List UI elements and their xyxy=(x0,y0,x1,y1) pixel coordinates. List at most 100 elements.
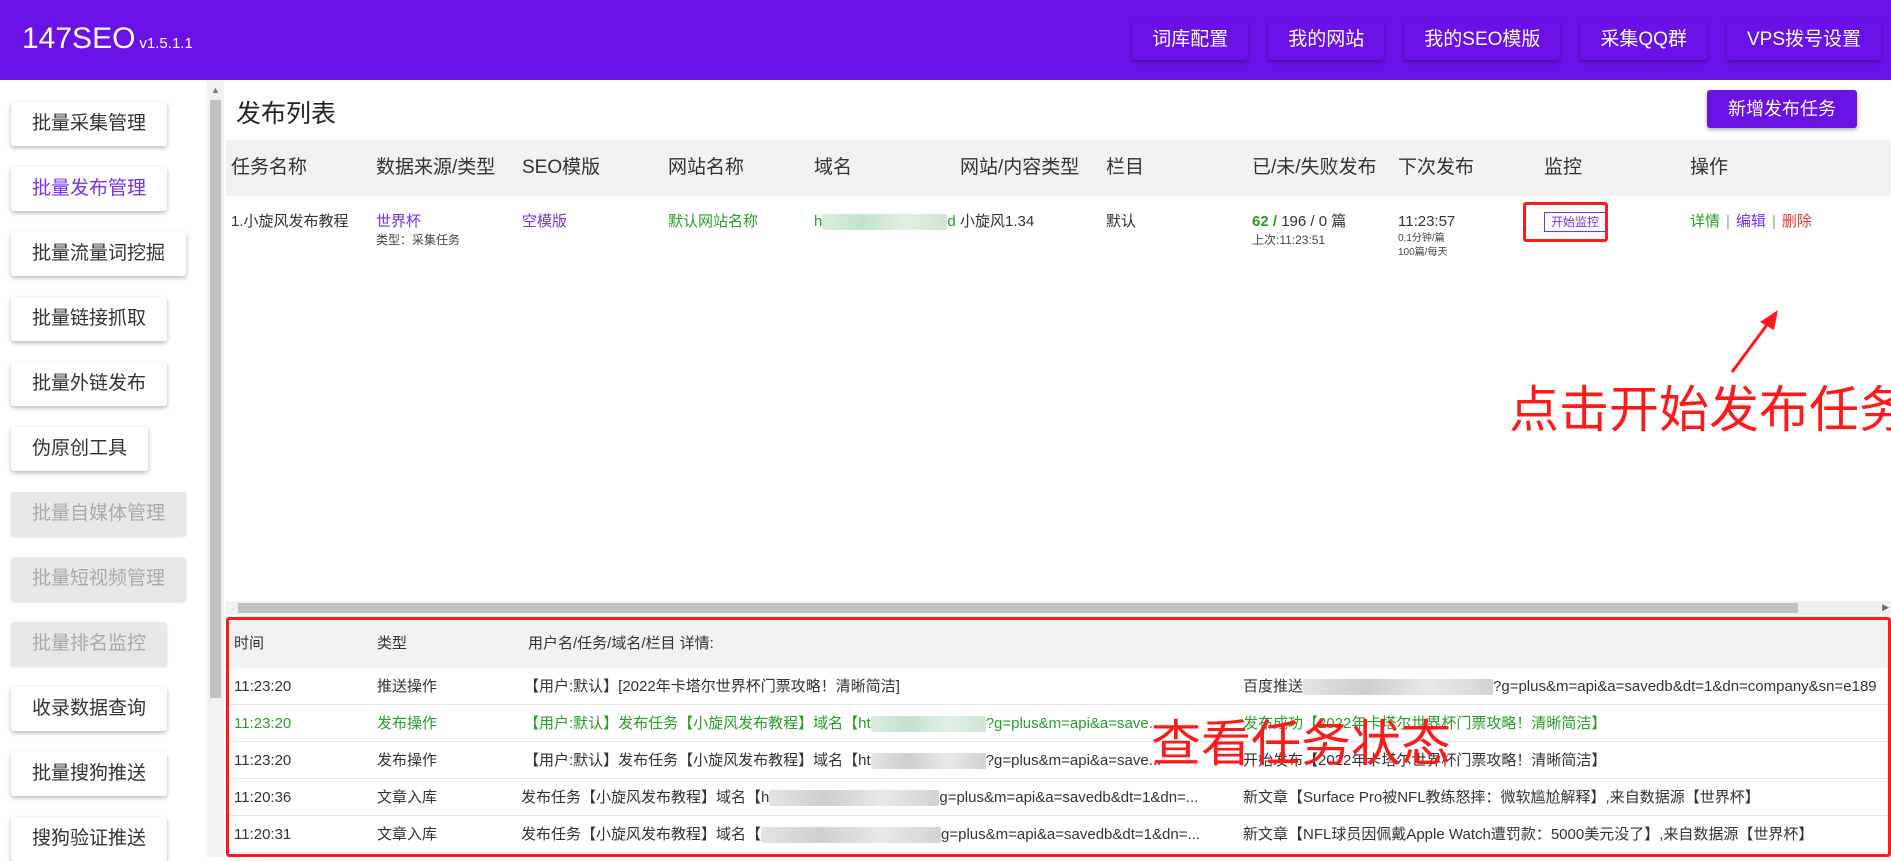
delete-link[interactable]: 删除 xyxy=(1782,213,1812,230)
annotation-view-status: 查看任务状态 xyxy=(1151,716,1451,772)
log-row: 11:20:31 文章入库 发布任务【小旋风发布教程】域名【 g=plus&m=a… xyxy=(229,816,1888,853)
nav-my-sites-button[interactable]: 我的网站 xyxy=(1268,20,1385,60)
redacted-url xyxy=(1303,679,1494,696)
log-result: 新文章【NFL球员因佩戴Apple Watch遭罚款：5000美元没了】,来自数… xyxy=(1243,826,1814,843)
log-col-detail: 用户名/任务/域名/栏目 详情: xyxy=(528,635,714,652)
col-seo-template: SEO模版 xyxy=(522,157,601,178)
scrollbar-thumb[interactable] xyxy=(210,100,221,698)
sidebar-item-index-query[interactable]: 收录数据查询 xyxy=(11,687,168,731)
task-column: 默认 xyxy=(1106,213,1137,230)
redacted-url xyxy=(870,716,986,733)
redacted-url xyxy=(769,790,940,807)
log-type: 发布操作 xyxy=(377,752,438,769)
task-source-link[interactable]: 世界杯 xyxy=(376,212,460,232)
col-task-name: 任务名称 xyxy=(231,157,308,178)
page-title: 发布列表 xyxy=(236,100,337,128)
sidebar-item-rewrite-tool[interactable]: 伪原创工具 xyxy=(11,427,149,471)
top-bar: 147SEO v1.5.1.1 词库配置 我的网站 我的SEO模版 采集QQ群 V… xyxy=(0,0,1891,80)
task-source: 世界杯 类型：采集任务 xyxy=(376,212,460,248)
redacted-domain xyxy=(822,214,948,231)
app-brand: 147SEO v1.5.1.1 xyxy=(22,22,193,56)
action-separator: | xyxy=(1771,213,1776,230)
col-content-type: 网站/内容类型 xyxy=(960,157,1080,178)
log-header: 时间 类型 用户名/任务/域名/栏目 详情: xyxy=(229,620,1888,668)
col-actions: 操作 xyxy=(1690,157,1729,178)
task-domain[interactable]: hd xyxy=(814,212,956,232)
task-table-header: 任务名称 数据来源/类型 SEO模版 网站名称 域名 网站/内容类型 栏目 已/… xyxy=(226,140,1891,196)
scroll-right-icon[interactable]: ▶ xyxy=(1882,602,1889,613)
task-site-name[interactable]: 默认网站名称 xyxy=(668,212,758,232)
task-source-type: 类型：采集任务 xyxy=(376,233,461,247)
sidebar-item-keyword-mining[interactable]: 批量流量词挖掘 xyxy=(11,232,187,276)
sidebar-item-backlink-publish[interactable]: 批量外链发布 xyxy=(11,362,168,406)
task-next-publish: 11:23:57 0.1分钟/篇 100篇/每天 xyxy=(1398,212,1455,260)
col-site-name: 网站名称 xyxy=(668,157,745,178)
sidebar: 批量采集管理 批量发布管理 批量流量词挖掘 批量链接抓取 批量外链发布 伪原创工… xyxy=(0,80,206,861)
log-time: 11:23:20 xyxy=(234,715,292,732)
log-type: 推送操作 xyxy=(377,678,438,695)
col-next-publish: 下次发布 xyxy=(1398,157,1475,178)
nav-vps-settings-button[interactable]: VPS拨号设置 xyxy=(1726,20,1881,60)
sidebar-item-batch-collect[interactable]: 批量采集管理 xyxy=(11,102,168,146)
log-result: 百度推送 ?g=plus&m=api&a=savedb&dt=1&dn=compa… xyxy=(1243,668,1888,705)
redacted-url xyxy=(761,827,942,844)
log-time: 11:23:20 xyxy=(234,752,292,769)
log-time: 11:20:36 xyxy=(234,789,292,806)
top-nav: 词库配置 我的网站 我的SEO模版 采集QQ群 VPS拨号设置 xyxy=(1132,20,1881,60)
task-actions: 详情 | 编辑 | 删除 xyxy=(1690,212,1812,232)
annotation-start-task: 点击开始发布任务 xyxy=(1509,382,1891,438)
nav-seo-templates-button[interactable]: 我的SEO模版 xyxy=(1404,20,1561,60)
publish-per-day: 100篇/每天 xyxy=(1398,247,1448,258)
col-source: 数据来源/类型 xyxy=(376,157,496,178)
app-name: 147SEO xyxy=(22,22,136,55)
scrollbar-thumb[interactable] xyxy=(238,603,1798,613)
log-result-prefix: 百度推送 xyxy=(1243,678,1304,695)
log-detail-prefix: 发布任务【小旋风发布教程】域名【h xyxy=(521,789,770,806)
sidebar-item-batch-publish[interactable]: 批量发布管理 xyxy=(11,167,168,211)
log-time: 11:20:31 xyxy=(234,826,292,843)
scroll-up-icon[interactable]: ▲ xyxy=(211,85,220,95)
publish-interval: 0.1分钟/篇 xyxy=(1398,233,1445,244)
sidebar-item-link-crawl[interactable]: 批量链接抓取 xyxy=(11,297,168,341)
table-horizontal-scrollbar[interactable]: ▶ xyxy=(226,601,1891,615)
log-detail-tail: g=plus&m=api&a=savedb&dt=1&dn=... xyxy=(939,789,1199,806)
col-column: 栏目 xyxy=(1106,157,1145,178)
log-detail-tail: ?g=plus&m=api&a=save... xyxy=(985,715,1162,732)
col-domain: 域名 xyxy=(814,157,853,178)
monitor-highlight-box xyxy=(1523,202,1608,242)
new-publish-task-button[interactable]: 新增发布任务 xyxy=(1707,90,1857,128)
main-content: 发布列表 新增发布任务 任务名称 数据来源/类型 SEO模版 网站名称 域名 网… xyxy=(226,80,1891,857)
annotation-arrow-icon xyxy=(1730,310,1778,373)
published-count: 62 / xyxy=(1252,213,1278,230)
action-separator: | xyxy=(1726,213,1730,230)
log-detail-tail: g=plus&m=api&a=savedb&dt=1&dn=... xyxy=(941,826,1200,843)
log-result-tail: ?g=plus&m=api&a=savedb&dt=1&dn=company&s… xyxy=(1493,678,1877,695)
sidebar-scrollbar[interactable]: ▲ xyxy=(207,80,224,857)
col-publish-counts: 已/未/失败发布 xyxy=(1252,157,1377,178)
detail-link[interactable]: 详情 xyxy=(1690,213,1720,230)
log-detail-prefix: 发布任务【小旋风发布教程】域名【 xyxy=(521,826,762,843)
nav-lexicon-config-button[interactable]: 词库配置 xyxy=(1132,20,1249,60)
edit-link[interactable]: 编辑 xyxy=(1736,213,1766,230)
log-row: 11:20:36 文章入库 发布任务【小旋风发布教程】域名【h g=plus&m=… xyxy=(229,779,1888,816)
log-row: 11:23:20 发布操作 【用户:默认】发布任务【小旋风发布教程】域名【ht?… xyxy=(229,742,1888,779)
log-col-type: 类型 xyxy=(377,635,408,652)
log-row: 11:23:20 发布操作 【用户:默认】发布任务【小旋风发布教程】域名【ht?… xyxy=(229,705,1888,742)
domain-end: d xyxy=(947,213,956,230)
log-time: 11:23:20 xyxy=(234,678,292,695)
sidebar-item-media-manage: 批量自媒体管理 xyxy=(11,492,187,536)
log-detail: 发布任务【小旋风发布教程】域名【 g=plus&m=api&a=savedb&dt… xyxy=(521,816,1221,853)
sidebar-item-sogou-verify[interactable]: 搜狗验证推送 xyxy=(11,817,168,861)
log-detail: 【用户:默认】发布任务【小旋风发布教程】域名【ht ?g=plus&m=api&a… xyxy=(524,705,1224,742)
col-monitor: 监控 xyxy=(1544,157,1583,178)
domain-start: h xyxy=(814,213,823,230)
task-content-type: 小旋风1.34 xyxy=(960,213,1035,230)
sidebar-item-rank-monitor: 批量排名监控 xyxy=(11,622,168,666)
redacted-url xyxy=(870,753,986,770)
log-result: 新文章【Surface Pro被NFL教练怒摔：微软尴尬解释】,来自数据源【世界… xyxy=(1243,789,1760,806)
last-publish-time: 上次:11:23:51 xyxy=(1252,233,1326,247)
log-detail: 发布任务【小旋风发布教程】域名【h g=plus&m=api&a=savedb&d… xyxy=(521,779,1221,816)
nav-qq-group-button[interactable]: 采集QQ群 xyxy=(1580,20,1707,60)
task-seo-template[interactable]: 空模版 xyxy=(522,212,567,232)
sidebar-item-sogou-push[interactable]: 批量搜狗推送 xyxy=(11,752,168,796)
